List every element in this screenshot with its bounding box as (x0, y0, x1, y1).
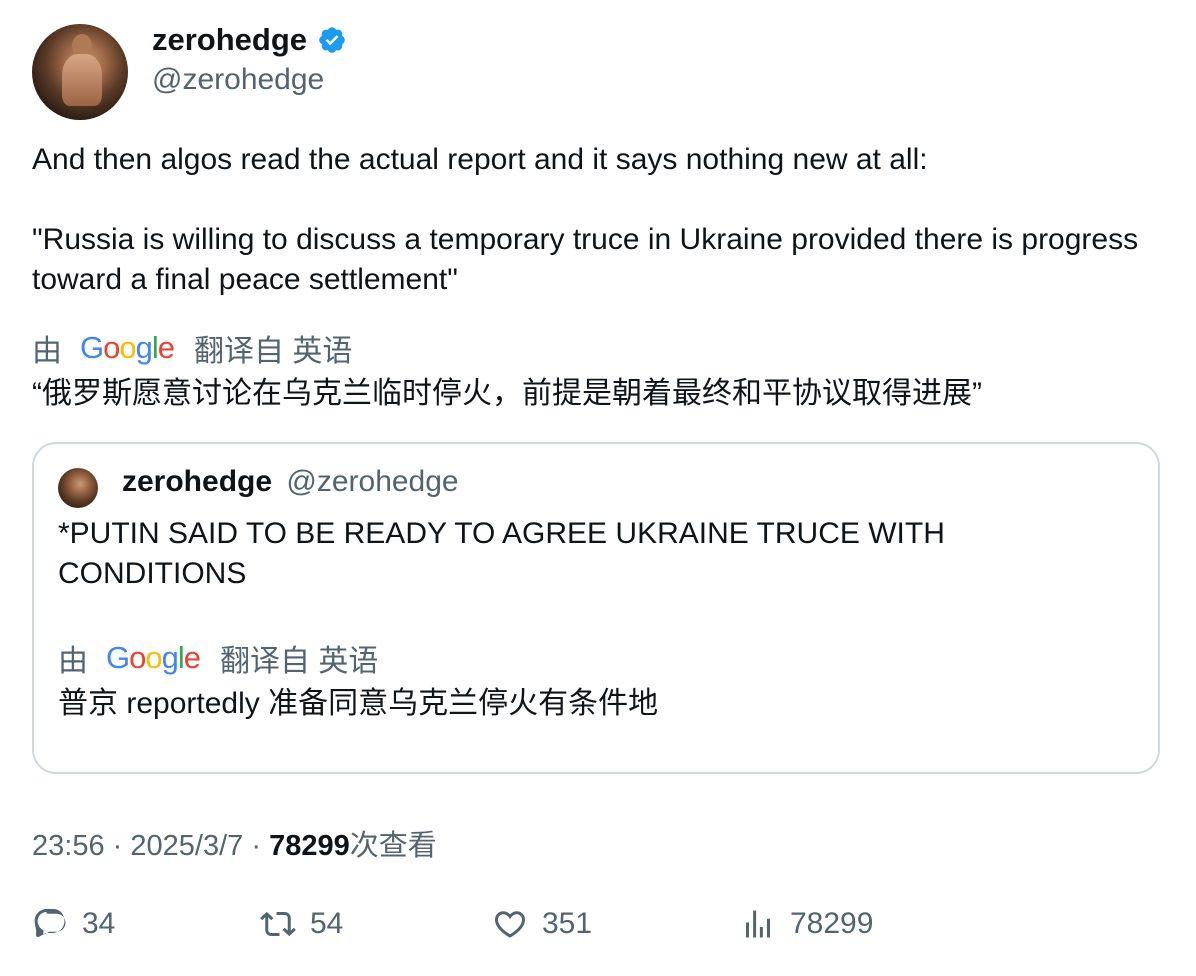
retweet-button[interactable]: 54 (260, 906, 343, 942)
views-icon (746, 910, 770, 938)
translation-from-label: 翻译自 英语 (194, 335, 353, 368)
tweet-date[interactable]: 2025/3/7 (130, 830, 243, 862)
views-button[interactable]: 78299 (740, 906, 873, 942)
author-name-row: zerohedge (152, 22, 347, 58)
translation-by-label: 由 (32, 335, 62, 368)
like-button[interactable]: 351 (492, 906, 592, 942)
reply-icon (34, 909, 66, 938)
quoted-tweet-card[interactable]: zerohedge @zerohedge *PUTIN SAID TO BE R… (32, 442, 1160, 774)
quoted-tweet-text: *PUTIN SAID TO BE READY TO AGREE UKRAINE… (58, 517, 954, 590)
author-avatar[interactable] (32, 24, 128, 120)
verified-badge-icon (319, 27, 345, 53)
reply-button[interactable]: 34 (32, 906, 115, 942)
tweet-text: And then algos read the actual report an… (32, 143, 1139, 296)
translated-text: “俄罗斯愿意讨论在乌克兰临时停火，前提是朝着最终和平协议取得进展” (32, 377, 982, 410)
meta-separator: · (112, 830, 123, 862)
quoted-translated-text: 普京 reportedly 准备同意乌克兰停火有条件地 (58, 687, 659, 720)
avatar-figure-torso (62, 54, 102, 106)
views-label: 次查看 (349, 830, 437, 862)
action-bar: 34 54 351 78299 (32, 906, 1172, 956)
retweet-count: 54 (310, 907, 344, 940)
quoted-author-avatar[interactable] (58, 468, 98, 508)
tweet-meta: 23:56 · 2025/3/7 · 78299次查看 (32, 822, 437, 864)
quoted-translation-by-label: 由 (58, 645, 88, 678)
views-count: 78299 (269, 830, 350, 862)
quoted-author-handle: @zerohedge (286, 465, 459, 498)
google-logo[interactable]: Google (80, 330, 175, 366)
like-icon (494, 911, 526, 938)
quoted-translation-from-label: 翻译自 英语 (220, 645, 379, 678)
retweet-icon (260, 911, 296, 937)
tweet-time[interactable]: 23:56 (32, 830, 105, 862)
google-logo[interactable]: Google (106, 640, 201, 676)
author-handle[interactable]: @zerohedge (152, 63, 324, 97)
quoted-author-display-name: zerohedge (122, 465, 273, 498)
author-display-name[interactable]: zerohedge (152, 22, 307, 58)
meta-separator: · (251, 830, 261, 862)
views-action-count: 78299 (790, 907, 874, 940)
quoted-translation-attribution: 由 Google 翻译自 英语 (58, 636, 378, 680)
reply-count: 34 (82, 907, 116, 940)
translation-attribution: 由 Google 翻译自 英语 (32, 326, 352, 370)
like-count: 351 (542, 907, 593, 940)
quoted-tweet-header: zerohedge @zerohedge (122, 465, 459, 499)
